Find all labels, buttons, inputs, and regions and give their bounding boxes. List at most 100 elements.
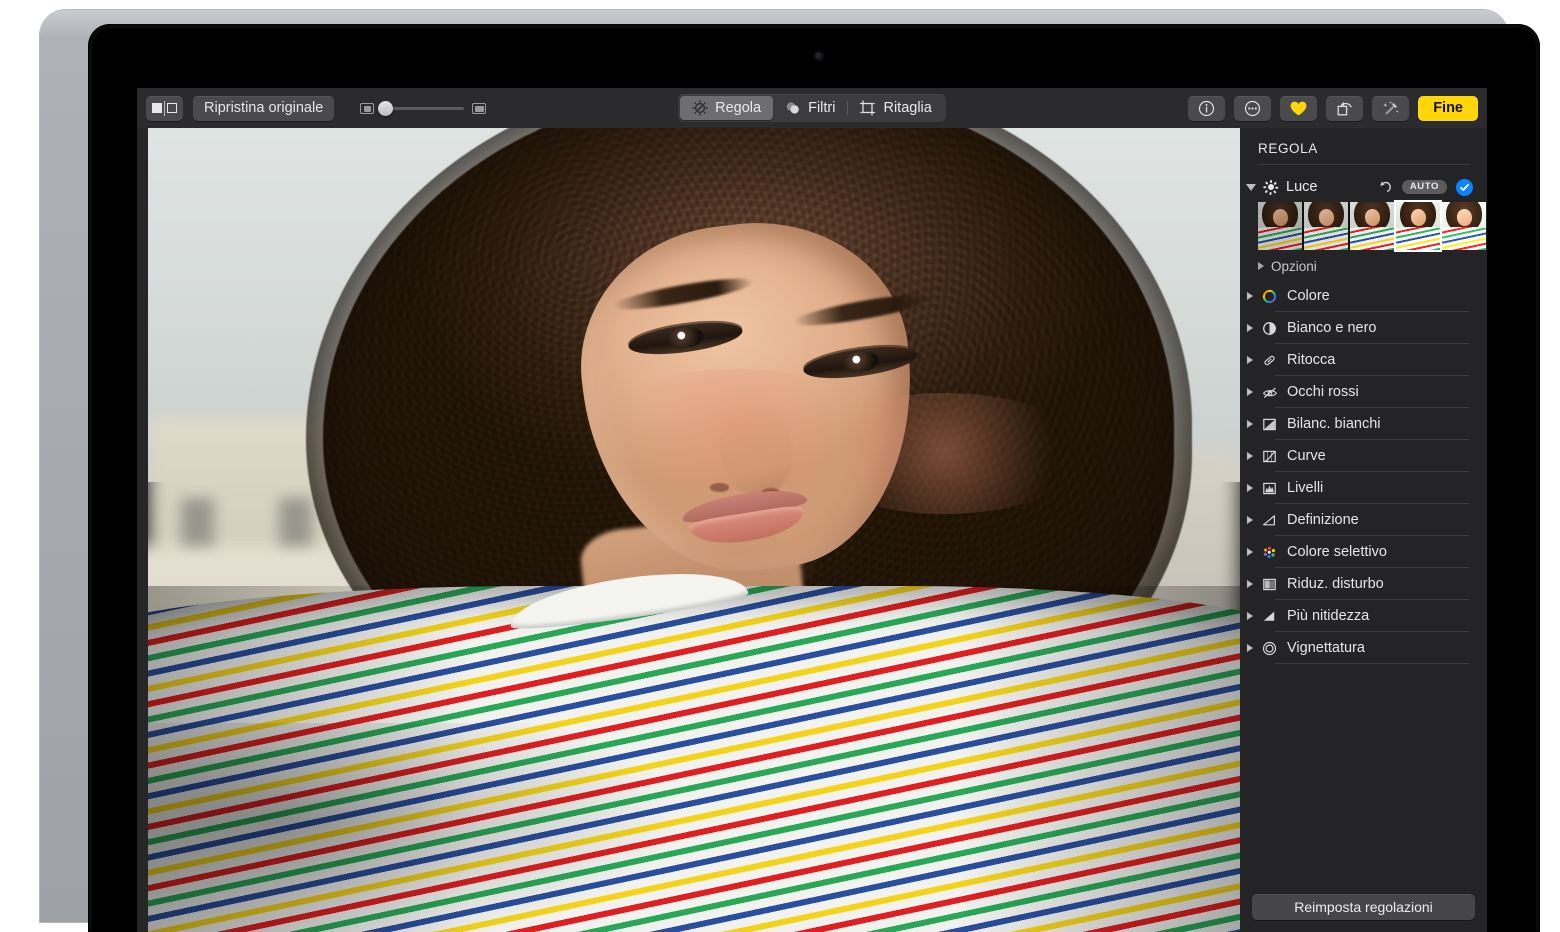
photos-app-window: Ripristina originale Regola Filtri Ritag… [137, 88, 1487, 932]
levels-icon [1261, 480, 1278, 497]
edit-mode-segmented-control: Regola Filtri Ritaglia [678, 94, 946, 122]
photo-canvas[interactable] [148, 128, 1240, 932]
adjustment-row-colore-selettivo[interactable]: Colore selettivo [1246, 536, 1481, 568]
adjustment-label: Più nitidezza [1287, 608, 1370, 624]
light-preview-strip[interactable] [1258, 202, 1486, 250]
chevron-right-icon[interactable] [1247, 548, 1253, 556]
adjustment-label: Colore [1287, 288, 1330, 304]
adjustment-row-ritocca[interactable]: Ritocca [1246, 344, 1481, 376]
favorite-button[interactable] [1280, 95, 1318, 121]
vignette-icon [1261, 640, 1278, 657]
light-preview-thumbnail[interactable] [1258, 202, 1302, 250]
more-options-button[interactable] [1234, 95, 1272, 121]
subject-cheek-right [803, 393, 1088, 514]
rotate-icon [1337, 101, 1352, 115]
chevron-right-icon[interactable] [1247, 324, 1253, 332]
chevron-right-icon[interactable] [1247, 292, 1253, 300]
more-ellipsis-icon [1245, 100, 1261, 116]
toolbar-right-group: Fine [1188, 88, 1478, 128]
tab-filtri-label: Filtri [808, 100, 836, 116]
light-preview-thumbnail-selected[interactable] [1396, 202, 1440, 250]
sun-icon [1263, 179, 1279, 195]
light-section-label: Luce [1286, 179, 1318, 195]
adjustment-label: Colore selettivo [1287, 544, 1387, 560]
adjustment-row-bianco-e-nero[interactable]: Bianco e nero [1246, 312, 1481, 344]
sidebar-title: REGOLA [1258, 141, 1318, 156]
chevron-down-icon[interactable] [1246, 183, 1256, 191]
adjustment-row-occhi-rossi[interactable]: Occhi rossi [1246, 376, 1481, 408]
facetime-camera-icon [815, 52, 823, 60]
info-button[interactable] [1188, 95, 1226, 121]
chevron-right-icon[interactable] [1247, 356, 1253, 364]
chevron-right-icon[interactable] [1247, 388, 1253, 396]
auto-enhance-button[interactable] [1372, 95, 1410, 121]
light-preview-thumbnail[interactable] [1442, 202, 1486, 250]
done-button[interactable]: Fine [1418, 95, 1478, 121]
reset-adjustments-button[interactable]: Reimposta regolazioni [1252, 894, 1475, 920]
adjustment-label: Bilanc. bianchi [1287, 416, 1381, 432]
light-section-controls: AUTO [1377, 174, 1473, 200]
filters-icon [786, 102, 799, 114]
adjustment-row-colore[interactable]: Colore [1246, 280, 1481, 312]
tab-filtri[interactable]: Filtri [773, 96, 847, 120]
adjustment-row-vignettatura[interactable]: Vignettatura [1246, 632, 1481, 664]
sharpen-icon [1261, 608, 1278, 625]
color-wheel-icon [1261, 288, 1278, 305]
tab-regola[interactable]: Regola [680, 96, 774, 120]
retouch-icon [1261, 352, 1278, 369]
definition-icon [1261, 512, 1278, 529]
adjustment-row-bilanc-bianchi[interactable]: Bilanc. bianchi [1246, 408, 1481, 440]
selective-color-icon [1261, 544, 1278, 561]
screenshot-root: Ripristina originale Regola Filtri Ritag… [0, 0, 1560, 932]
edit-toolbar: Ripristina originale Regola Filtri Ritag… [137, 88, 1487, 128]
laptop-chassis: Ripristina originale Regola Filtri Ritag… [40, 10, 1540, 932]
edited-photo [148, 128, 1240, 932]
adjustment-label: Livelli [1287, 480, 1324, 496]
noise-reduction-icon [1261, 576, 1278, 593]
rotate-button[interactable] [1326, 95, 1364, 121]
magic-wand-icon [1383, 100, 1399, 114]
checkmark-icon[interactable] [1456, 178, 1473, 196]
light-preview-thumbnail[interactable] [1304, 202, 1348, 250]
adjust-sidebar: REGOLA Luce AUTO Opzioni Colore Bianco e… [1240, 128, 1487, 932]
chevron-right-icon[interactable] [1247, 644, 1253, 652]
light-section-header[interactable]: Luce AUTO [1246, 174, 1481, 200]
adjustment-label: Definizione [1287, 512, 1359, 528]
tab-ritaglia[interactable]: Ritaglia [847, 96, 943, 120]
adjustment-row-riduz-disturbo[interactable]: Riduz. disturbo [1246, 568, 1481, 600]
chevron-right-icon[interactable] [1247, 420, 1253, 428]
auto-button[interactable]: AUTO [1401, 179, 1447, 195]
adjustment-label: Bianco e nero [1287, 320, 1377, 336]
chevron-right-icon[interactable] [1258, 262, 1264, 270]
adjustment-row-definizione[interactable]: Definizione [1246, 504, 1481, 536]
chevron-right-icon[interactable] [1247, 484, 1253, 492]
light-preview-thumbnail[interactable] [1350, 202, 1394, 250]
photo-background-window [279, 497, 312, 547]
adjustment-label: Riduz. disturbo [1287, 576, 1384, 592]
curves-icon [1261, 448, 1278, 465]
adjustment-row-curve[interactable]: Curve [1246, 440, 1481, 472]
heart-icon [1290, 101, 1307, 115]
chevron-right-icon[interactable] [1247, 612, 1253, 620]
chevron-right-icon[interactable] [1247, 580, 1253, 588]
light-options-label: Opzioni [1271, 258, 1317, 274]
undo-icon[interactable] [1377, 179, 1393, 195]
adjustment-row-livelli[interactable]: Livelli [1246, 472, 1481, 504]
adjustment-label: Vignettatura [1287, 640, 1365, 656]
info-icon [1199, 100, 1215, 116]
tab-regola-label: Regola [715, 100, 762, 116]
tab-ritaglia-label: Ritaglia [883, 100, 932, 116]
shirt-arm-shadow [148, 722, 716, 932]
adjustment-label: Curve [1287, 448, 1326, 464]
adjustment-label: Ritocca [1287, 352, 1336, 368]
white-balance-icon [1261, 416, 1278, 433]
chevron-right-icon[interactable] [1247, 452, 1253, 460]
crop-icon [860, 100, 876, 116]
adjustments-list: Colore Bianco e nero Ritocca Occhi rossi… [1246, 280, 1481, 664]
adjustment-row-piu-nitidezza[interactable]: Più nitidezza [1246, 600, 1481, 632]
adjustment-label: Occhi rossi [1287, 384, 1359, 400]
red-eye-icon [1261, 384, 1278, 401]
chevron-right-icon[interactable] [1247, 516, 1253, 524]
light-options-disclosure[interactable]: Opzioni [1258, 256, 1317, 276]
adjust-icon [692, 100, 708, 116]
